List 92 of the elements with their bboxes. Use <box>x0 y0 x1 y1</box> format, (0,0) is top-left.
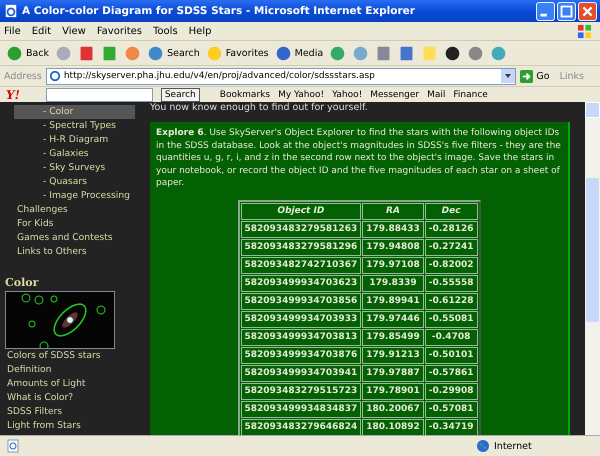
window-title: A Color-color Diagram for SDSS Stars - Microsoft Internet Explorer <box>22 5 416 17</box>
table-cell: -0.50101 <box>424 346 478 364</box>
sidebar-link[interactable]: SDSS Filters <box>0 405 148 419</box>
nav-item[interactable]: - Spectral Types <box>14 119 135 133</box>
table-cell: -0.82002 <box>424 256 478 274</box>
toolbar-button[interactable]: Media <box>274 44 324 62</box>
toolbar-link[interactable]: Messenger <box>370 90 420 100</box>
table-cell: 179.94808 <box>362 238 424 256</box>
ie-page-icon <box>4 4 18 18</box>
table-cell: 582093483279581263 <box>240 220 362 238</box>
nav-item[interactable]: - H-R Diagram <box>14 133 135 147</box>
toolbar-link[interactable]: Finance <box>453 90 488 100</box>
toolbar-button[interactable]: Back <box>6 44 50 62</box>
table-cell: -0.61228 <box>424 292 478 310</box>
table-cell: -0.55081 <box>424 310 478 328</box>
nav-item[interactable]: For Kids <box>0 217 148 231</box>
table-cell: 179.91213 <box>362 346 424 364</box>
table-cell: 582093499934834837 <box>240 400 362 418</box>
intro-text: You now know enough to find out for yourself. <box>150 102 369 114</box>
address-field[interactable]: http://skyserver.pha.jhu.edu/v4/en/proj/advanced/color/sdssstars.asp <box>46 68 516 84</box>
nav-item[interactable]: Games and Contests <box>0 231 148 245</box>
table-cell: 180.10892 <box>362 418 424 435</box>
section-title: Color <box>5 276 40 289</box>
table-cell: 179.97446 <box>362 310 424 328</box>
nav-item[interactable]: Links to Others <box>0 245 148 259</box>
go-arrow-icon <box>520 70 534 82</box>
table-cell: 179.85499 <box>362 328 424 346</box>
table-cell: -0.57861 <box>424 364 478 382</box>
nav-item[interactable]: Challenges <box>0 203 148 217</box>
table-cell: -0.27241 <box>424 238 478 256</box>
table-cell: 179.89941 <box>362 292 424 310</box>
explore-paragraph: Explore 6. Use SkyServer's Object Explorer to find the stars with the following object IDs in the SDSS database. Look at the object's magnitudes in SDSS's five filters - they are the quantities u, g, r, i, and z in the second row next to the object's image. Save the stars in your notebook, or record the object ID and the five magnitudes of each star on a sheet of paper. <box>156 127 562 190</box>
yahoo-logo[interactable]: Y! <box>6 88 20 102</box>
table-cell: -0.57081 <box>424 400 478 418</box>
close-button[interactable] <box>578 2 597 20</box>
table-cell: -0.29908 <box>424 382 478 400</box>
nav-item[interactable]: - Color <box>14 105 135 119</box>
column-header: Object ID <box>240 202 362 220</box>
table-cell: 582093499934703876 <box>240 346 362 364</box>
zone-label: Internet <box>494 440 533 452</box>
table-cell: -0.28126 <box>424 220 478 238</box>
nav-item[interactable]: - Quasars <box>14 175 135 189</box>
go-button[interactable]: Go <box>520 70 556 82</box>
table-cell: -0.55558 <box>424 274 478 292</box>
menu-item[interactable]: Favorites <box>96 26 142 36</box>
nav-item[interactable]: - Sky Surveys <box>14 161 135 175</box>
search-button[interactable]: Search <box>160 88 200 102</box>
toolbar-link[interactable]: Mail <box>427 90 446 100</box>
toolbar-button[interactable]: Favorites <box>206 44 269 62</box>
table-cell: 582093499934703813 <box>240 328 362 346</box>
toolbar-button[interactable]: Search <box>147 44 200 62</box>
scrollbar[interactable] <box>585 102 600 435</box>
sidebar-link[interactable]: Amounts of Light <box>0 377 148 391</box>
toolbar-link[interactable]: My Yahoo! <box>278 90 324 100</box>
table-cell: 179.97887 <box>362 364 424 382</box>
yahoo-search-field[interactable] <box>46 88 153 102</box>
windows-logo-icon <box>577 24 592 38</box>
table-cell: 582093482742710367 <box>240 256 362 274</box>
table-cell: -0.34719 <box>424 418 478 435</box>
column-header: Dec <box>424 202 478 220</box>
table-cell: 179.88433 <box>362 220 424 238</box>
minimize-button[interactable] <box>536 2 555 20</box>
toolbar-link[interactable]: Bookmarks <box>220 90 270 100</box>
table-cell: 582093483279646824 <box>240 418 362 435</box>
table-cell: 582093499934703933 <box>240 310 362 328</box>
menu-item[interactable]: File <box>4 26 21 36</box>
table-cell: 582093483279581296 <box>240 238 362 256</box>
table-cell: 179.8339 <box>362 274 424 292</box>
address-label: Address <box>4 70 42 82</box>
table-cell: 582093499934703856 <box>240 292 362 310</box>
menu-item[interactable]: Tools <box>153 26 178 36</box>
table-cell: -0.4708 <box>424 328 478 346</box>
menu-item[interactable]: Help <box>188 26 212 36</box>
menu-item[interactable]: View <box>62 26 86 36</box>
column-header: RA <box>362 202 424 220</box>
sidebar-link[interactable]: Colors of SDSS stars <box>0 349 148 363</box>
page-icon <box>6 439 20 453</box>
table-cell: 582093499934703623 <box>240 274 362 292</box>
nav-item[interactable]: - Image Processing <box>14 189 135 203</box>
menu-item[interactable]: Edit <box>32 26 52 36</box>
table-cell: 582093499934703941 <box>240 364 362 382</box>
sidebar-link[interactable]: Definition <box>0 363 148 377</box>
sidebar-link[interactable]: Light from Stars <box>0 419 148 433</box>
table-cell: 582093483279515723 <box>240 382 362 400</box>
nav-item[interactable]: - Galaxies <box>14 147 135 161</box>
toolbar-link[interactable]: Yahoo! <box>332 90 362 100</box>
table-cell: 180.20067 <box>362 400 424 418</box>
table-cell: 179.97108 <box>362 256 424 274</box>
table-cell: 179.78901 <box>362 382 424 400</box>
page-icon <box>48 70 61 82</box>
maximize-button[interactable] <box>557 2 576 20</box>
sidebar-link[interactable]: What is Color? <box>0 391 148 405</box>
